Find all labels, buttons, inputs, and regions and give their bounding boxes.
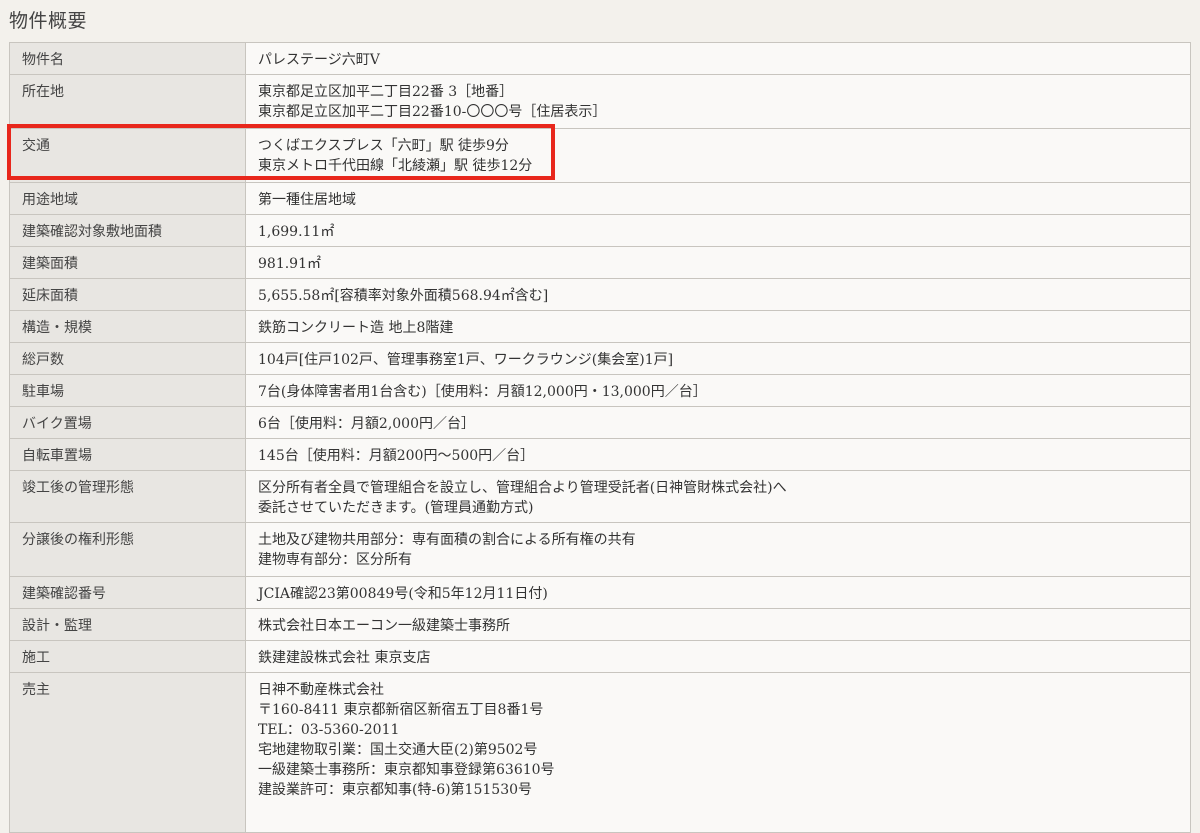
row-label: 用途地域 — [9, 182, 246, 215]
row-value: 日神不動産株式会社〒160-8411 東京都新宿区新宿五丁目8番1号 TEL：03… — [245, 672, 1191, 833]
row-label: 自転車置場 — [9, 438, 246, 471]
row-value: 104戸[住戸102戸、管理事務室1戸、ワークラウンジ(集会室)1戸] — [245, 342, 1191, 375]
row-value: 株式会社日本エーコン一級建築士事務所 — [245, 608, 1191, 641]
row-value: JCIA確認23第00849号(令和5年12月11日付) — [245, 576, 1191, 609]
value-line: 145台［使用料：月額200円〜500円／台］ — [258, 448, 535, 464]
row-value: 第一種住居地域 — [245, 182, 1191, 215]
property-spec-table: 物件名 パレステージ六町V 所在地 東京都足立区加平二丁目22番 3［地番］ 東京都足立… — [9, 42, 1191, 833]
value-line: 委託させていただきます。(管理員通勤方式) — [258, 500, 534, 516]
value-line: 区分所有者全員で管理組合を設立し、管理組合より管理受託者(日神管財株式会社)へ — [258, 480, 787, 496]
row-label: 延床面積 — [9, 278, 246, 311]
table-row: 総戸数 104戸[住戸102戸、管理事務室1戸、ワークラウンジ(集会室)1戸] — [9, 342, 1191, 375]
row-label: 建築面積 — [9, 246, 246, 279]
row-value: 981.91㎡ — [245, 246, 1191, 279]
row-label: 建築確認番号 — [9, 576, 246, 609]
value-line: つくばエクスプレス「六町」駅 徒歩9分 — [258, 138, 509, 154]
row-label: 物件名 — [9, 42, 246, 75]
value-line: 鉄建建設株式会社 東京支店 — [258, 650, 431, 666]
row-value: つくばエクスプレス「六町」駅 徒歩9分東京メトロ千代田線「北綾瀬」駅 徒歩12分 — [245, 128, 1191, 183]
row-value: 5,655.58㎡[容積率対象外面積568.94㎡含む] — [245, 278, 1191, 311]
value-line: 東京メトロ千代田線「北綾瀬」駅 徒歩12分 — [258, 158, 533, 174]
row-label: 分譲後の権利形態 — [9, 522, 246, 577]
table-row: 用途地域 第一種住居地域 — [9, 182, 1191, 215]
table-row: 売主 日神不動産株式会社〒160-8411 東京都新宿区新宿五丁目8番1号 TEL：… — [9, 672, 1191, 833]
value-line: 一級建築士事務所：東京都知事登録第63610号 — [258, 762, 555, 778]
value-line: 7台(身体障害者用1台含む)［使用料：月額12,000円・13,000円／台］ — [258, 384, 707, 400]
table-row: バイク置場 6台［使用料：月額2,000円／台］ — [9, 406, 1191, 439]
value-line: 6台［使用料：月額2,000円／台］ — [258, 416, 475, 432]
table-row: 物件名 パレステージ六町V — [9, 42, 1191, 75]
row-label: 売主 — [9, 672, 246, 833]
table-row: 設計・監理 株式会社日本エーコン一級建築士事務所 — [9, 608, 1191, 641]
row-label: 設計・監理 — [9, 608, 246, 641]
row-label: 総戸数 — [9, 342, 246, 375]
value-line: 1,699.11㎡ — [258, 224, 335, 240]
row-value: 土地及び建物共用部分：専有面積の割合による所有権の共有 建物専有部分：区分所有 — [245, 522, 1191, 577]
row-label: 竣工後の管理形態 — [9, 470, 246, 523]
row-value: 鉄建建設株式会社 東京支店 — [245, 640, 1191, 673]
row-label: バイク置場 — [9, 406, 246, 439]
table-row: 建築面積 981.91㎡ — [9, 246, 1191, 279]
value-line: JCIA確認23第00849号(令和5年12月11日付) — [258, 586, 548, 602]
value-line: 日神不動産株式会社 — [258, 682, 384, 698]
table-row: 延床面積 5,655.58㎡[容積率対象外面積568.94㎡含む] — [9, 278, 1191, 311]
value-line: 建設業許可：東京都知事(特-6)第151530号 — [258, 782, 533, 798]
table-row: 施工 鉄建建設株式会社 東京支店 — [9, 640, 1191, 673]
value-line: 建物専有部分：区分所有 — [258, 552, 412, 568]
row-value: 6台［使用料：月額2,000円／台］ — [245, 406, 1191, 439]
row-label: 所在地 — [9, 74, 246, 129]
value-line: 981.91㎡ — [258, 256, 321, 272]
table-row: 分譲後の権利形態 土地及び建物共用部分：専有面積の割合による所有権の共有 建物専有部… — [9, 522, 1191, 577]
value-line: 株式会社日本エーコン一級建築士事務所 — [258, 618, 510, 634]
row-label: 建築確認対象敷地面積 — [9, 214, 246, 247]
value-line: 第一種住居地域 — [258, 192, 356, 208]
table-row: 構造・規模 鉄筋コンクリート造 地上8階建 — [9, 310, 1191, 343]
row-value: 7台(身体障害者用1台含む)［使用料：月額12,000円・13,000円／台］ — [245, 374, 1191, 407]
row-value: 1,699.11㎡ — [245, 214, 1191, 247]
value-line: 104戸[住戸102戸、管理事務室1戸、ワークラウンジ(集会室)1戸] — [258, 352, 674, 368]
table-row: 自転車置場 145台［使用料：月額200円〜500円／台］ — [9, 438, 1191, 471]
row-value: 鉄筋コンクリート造 地上8階建 — [245, 310, 1191, 343]
table-row: 所在地 東京都足立区加平二丁目22番 3［地番］ 東京都足立区加平二丁目22番10-… — [9, 74, 1191, 129]
value-line: 土地及び建物共用部分：専有面積の割合による所有権の共有 — [258, 532, 636, 548]
row-value: パレステージ六町V — [245, 42, 1191, 75]
table-row: 交通 つくばエクスプレス「六町」駅 徒歩9分東京メトロ千代田線「北綾瀬」駅 徒歩1… — [9, 128, 1191, 183]
value-line: TEL：03-5360-2011 — [258, 722, 400, 738]
value-line: パレステージ六町V — [258, 52, 380, 68]
value-line: 東京都足立区加平二丁目22番 3［地番］ — [258, 84, 514, 100]
value-line: 〒160-8411 東京都新宿区新宿五丁目8番1号 — [258, 702, 544, 718]
table-row: 竣工後の管理形態 区分所有者全員で管理組合を設立し、管理組合より管理受託者(日神管… — [9, 470, 1191, 523]
row-label: 交通 — [9, 128, 246, 183]
row-value: 東京都足立区加平二丁目22番 3［地番］ 東京都足立区加平二丁目22番10-〇〇〇… — [245, 74, 1191, 129]
row-label: 駐車場 — [9, 374, 246, 407]
row-label: 構造・規模 — [9, 310, 246, 343]
page-title: 物件概要 — [9, 10, 88, 32]
row-label: 施工 — [9, 640, 246, 673]
row-value: 145台［使用料：月額200円〜500円／台］ — [245, 438, 1191, 471]
table-row: 建築確認対象敷地面積 1,699.11㎡ — [9, 214, 1191, 247]
value-line: 東京都足立区加平二丁目22番10-〇〇〇号［住居表示］ — [258, 104, 607, 120]
table-row: 建築確認番号 JCIA確認23第00849号(令和5年12月11日付) — [9, 576, 1191, 609]
value-line: 宅地建物取引業：国土交通大臣(2)第9502号 — [258, 742, 538, 758]
value-line: 5,655.58㎡[容積率対象外面積568.94㎡含む] — [258, 288, 549, 304]
value-line: 鉄筋コンクリート造 地上8階建 — [258, 320, 454, 336]
table-row: 駐車場 7台(身体障害者用1台含む)［使用料：月額12,000円・13,000円／… — [9, 374, 1191, 407]
row-value: 区分所有者全員で管理組合を設立し、管理組合より管理受託者(日神管財株式会社)へ委… — [245, 470, 1191, 523]
